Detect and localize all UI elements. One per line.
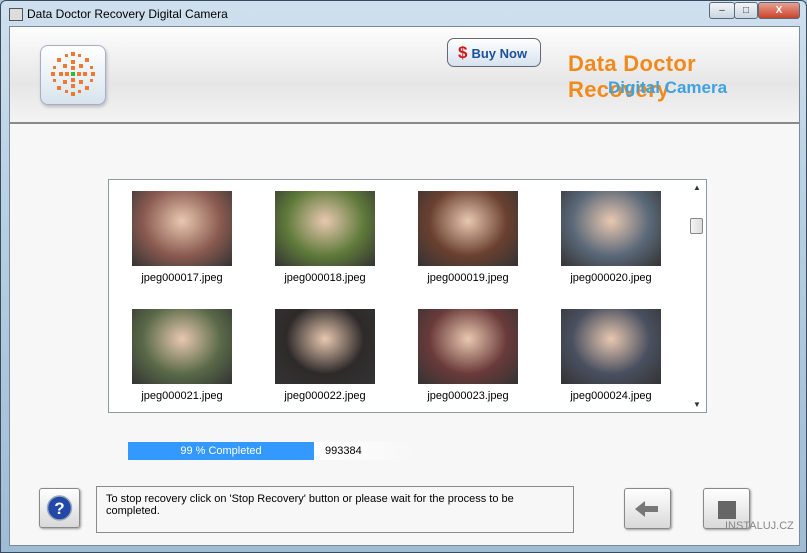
window-title: Data Doctor Recovery Digital Camera: [27, 7, 228, 21]
thumbnail-label: jpeg000020.jpeg: [570, 272, 652, 284]
thumbnail-image: [561, 191, 661, 266]
thumbnail-image: [275, 191, 375, 266]
thumbnail-item[interactable]: jpeg000024.jpeg: [561, 309, 661, 402]
status-message: To stop recovery click on 'Stop Recovery…: [96, 486, 574, 533]
vertical-scrollbar[interactable]: ▲ ▼: [688, 180, 706, 412]
thumbnail-item[interactable]: jpeg000023.jpeg: [418, 309, 518, 402]
thumbnail-image: [418, 191, 518, 266]
thumbnail-label: jpeg000021.jpeg: [141, 390, 223, 402]
scroll-down-icon[interactable]: ▼: [693, 400, 701, 409]
svg-text:?: ?: [54, 499, 64, 518]
thumbnail-label: jpeg000018.jpeg: [284, 272, 366, 284]
thumbnail-item[interactable]: jpeg000018.jpeg: [275, 191, 375, 284]
thumbnail-image: [275, 309, 375, 384]
thumbnail-item[interactable]: jpeg000021.jpeg: [132, 309, 232, 402]
progress-bar: 99 % Completed: [128, 442, 314, 460]
close-button[interactable]: X: [758, 2, 800, 19]
brand-subtitle: Digital Camera: [608, 78, 728, 97]
thumbnail-image: [418, 309, 518, 384]
client-area: $ Buy Now Data Doctor Recovery Digital Ca…: [9, 26, 800, 546]
thumbnail-label: jpeg000024.jpeg: [570, 390, 652, 402]
scrollbar-thumb[interactable]: [690, 218, 703, 234]
thumbnail-panel: ▲ ▼ jpeg000017.jpeg jpeg000018.jpeg jpeg00…: [108, 179, 707, 413]
dollar-icon: $: [458, 43, 468, 62]
minimize-button[interactable]: –: [709, 2, 735, 19]
watermark: INSTALUJ.CZ: [725, 520, 794, 532]
scroll-up-icon[interactable]: ▲: [693, 183, 701, 192]
thumbnail-item[interactable]: jpeg000022.jpeg: [275, 309, 375, 402]
help-icon: ?: [46, 495, 73, 521]
thumbnail-label: jpeg000019.jpeg: [427, 272, 509, 284]
maximize-button[interactable]: □: [734, 2, 758, 19]
thumbnail-image: [132, 191, 232, 266]
back-button[interactable]: [624, 488, 671, 529]
thumbnail-image: [132, 309, 232, 384]
buy-now-button[interactable]: $ Buy Now: [447, 38, 541, 67]
thumbnail-label: jpeg000017.jpeg: [141, 272, 223, 284]
buy-now-label: Buy Now: [471, 46, 528, 61]
thumbnail-item[interactable]: jpeg000020.jpeg: [561, 191, 661, 284]
thumbnail-label: jpeg000022.jpeg: [284, 390, 366, 402]
thumbnail-item[interactable]: jpeg000017.jpeg: [132, 191, 232, 284]
header: $ Buy Now Data Doctor Recovery Digital Ca…: [10, 27, 799, 124]
app-window: Data Doctor Recovery Digital Camera – □ …: [0, 0, 807, 553]
thumbnail-item[interactable]: jpeg000019.jpeg: [418, 191, 518, 284]
thumbnail-label: jpeg000023.jpeg: [427, 390, 509, 402]
arrow-left-icon: [635, 501, 658, 517]
recovered-count: 993384: [314, 442, 414, 460]
help-button[interactable]: ?: [39, 488, 80, 528]
thumbnail-image: [561, 309, 661, 384]
app-icon: [9, 8, 23, 21]
app-logo: [40, 45, 106, 105]
